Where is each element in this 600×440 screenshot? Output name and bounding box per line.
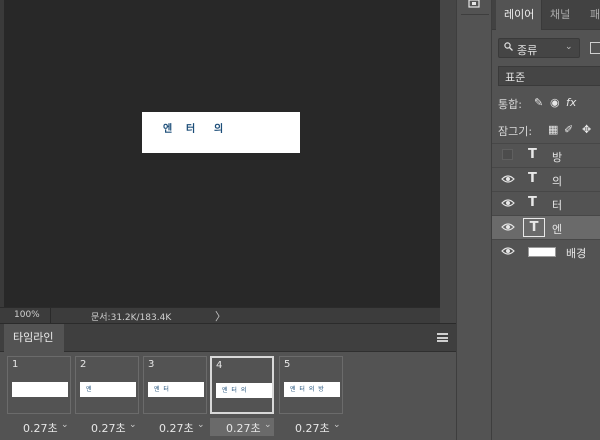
visibility-icon[interactable]: ◉ [550,96,560,109]
layers-panel: 레이어 채널 패 종류 ⌄ 표준 통합: ✎ ◉ fx 잠그기: ▦ ✐ ✥ T… [492,0,600,440]
timeline-frame-selected[interactable]: 4 엔 터 의 0.27초 ⌄ [210,356,274,436]
blend-mode-select[interactable]: 표준 [498,66,600,86]
chevron-down-icon[interactable]: ⌄ [129,420,137,430]
lock-move-icon[interactable]: ✥ [582,123,591,136]
frame-number: 2 [80,359,87,370]
timeline-panel: 타임라인 1 0.27초 ⌄ 2 엔 0.27초 ⌄ 3 엔 터 0.27초 ⌄… [0,323,456,440]
tab-timeline[interactable]: 타임라인 [4,324,64,352]
timeline-frame[interactable]: 2 엔 0.27초 ⌄ [75,356,139,436]
frame-thumbnail [12,382,68,397]
eye-icon[interactable] [501,174,515,184]
text-layer-icon: T [528,195,537,210]
text-layer-icon: T [528,147,537,162]
panel-tab-bar: 레이어 채널 패 [492,0,600,30]
eye-icon[interactable] [501,246,515,256]
chevron-down-icon[interactable]: ⌄ [61,420,69,430]
chevron-down-icon[interactable]: ⌄ [333,420,341,430]
status-bar: 100% 문서:31.2K/183.4K 〉 [0,307,440,323]
timeline-tab-bar: 타임라인 [0,324,456,352]
frame-box[interactable]: 2 엔 [75,356,139,414]
frame-thumbnail: 엔 터 의 방 [284,382,340,397]
frame-thumbnail: 엔 [80,382,136,397]
tab-layers[interactable]: 레이어 [496,0,542,30]
chevron-down-icon: ⌄ [565,42,573,52]
timeline-frame[interactable]: 5 엔 터 의 방 0.27초 ⌄ [279,356,343,436]
filter-toggle-icon[interactable] [590,42,600,54]
tab-paths[interactable]: 패 [590,0,600,30]
frame-box[interactable]: 5 엔 터 의 방 [279,356,343,414]
frame-delay[interactable]: 0.27초 [159,420,194,436]
fx-icon[interactable]: fx [566,96,576,109]
frame-number: 3 [148,359,155,370]
visibility-off-icon[interactable] [502,149,513,160]
text-layer-icon: T [528,171,537,186]
canvas-left-edge [0,0,4,307]
frame-delay[interactable]: 0.27초 [23,420,58,436]
layer-name: 배경 [566,247,587,260]
frame-box[interactable]: 1 [7,356,71,414]
lock-transparent-icon[interactable]: ▦ [548,123,558,136]
lock-brush-icon[interactable]: ✐ [564,123,573,136]
lock-row: 잠그기: ▦ ✐ ✥ [498,123,591,139]
search-icon [504,42,513,54]
layer-filter-value: 종류 [517,44,538,57]
eye-icon[interactable] [501,222,515,232]
tab-channels[interactable]: 채널 [550,0,570,30]
frame-number: 5 [284,359,291,370]
document-canvas-area[interactable]: 엔 터 의 [0,0,440,307]
frame-delay[interactable]: 0.27초 [91,420,126,436]
document-size-info: 문서:31.2K/183.4K [91,313,172,323]
frame-thumbnail: 엔 터 의 [216,383,272,398]
chevron-down-icon[interactable]: ⌄ [264,420,272,430]
frame-delay[interactable]: 0.27초 [226,420,261,436]
unify-row: 통합: ✎ ◉ fx [498,96,576,112]
dock-panel-icon[interactable] [467,0,481,10]
dock-gap [440,0,456,323]
status-separator [50,308,51,323]
layer-row[interactable]: T 터 [492,191,600,215]
background-thumbnail [528,247,556,257]
status-menu-arrow-icon[interactable]: 〉 [215,308,226,324]
dock-divider [461,14,489,15]
layer-row[interactable]: T 방 [492,143,600,167]
canvas-text-char[interactable]: 엔 [163,120,172,135]
frame-delay[interactable]: 0.27초 [295,420,330,436]
layer-row[interactable]: 배경 [492,239,600,263]
document-canvas[interactable]: 엔 터 의 [142,112,300,153]
timeline-frame[interactable]: 1 0.27초 ⌄ [7,356,71,436]
frame-box[interactable]: 4 엔 터 의 [210,356,274,414]
layer-name: 의 [552,175,563,188]
canvas-text-char[interactable]: 의 [214,120,223,135]
zoom-level[interactable]: 100% [14,310,40,320]
chevron-down-icon[interactable]: ⌄ [197,420,205,430]
layer-filter-select[interactable]: 종류 ⌄ [498,38,580,58]
layer-row[interactable]: T 의 [492,167,600,191]
frame-thumbnail: 엔 터 [148,382,204,397]
panel-dock-column [456,0,492,440]
frame-box[interactable]: 3 엔 터 [143,356,207,414]
pin-icon[interactable]: ✎ [534,96,543,109]
timeline-frame[interactable]: 3 엔 터 0.27초 ⌄ [143,356,207,436]
lock-label: 잠그기: [498,125,533,138]
unify-label: 통합: [498,98,522,111]
canvas-text-char[interactable]: 터 [186,120,195,135]
frame-number: 4 [216,360,223,371]
layer-name: 엔 [552,223,563,236]
eye-icon[interactable] [501,198,515,208]
layer-name: 터 [552,199,563,212]
text-layer-icon: T [523,218,545,237]
layer-row-selected[interactable]: T 엔 [492,215,600,239]
panel-menu-icon[interactable] [437,333,448,342]
layer-name: 방 [552,151,563,164]
frame-number: 1 [12,359,19,370]
